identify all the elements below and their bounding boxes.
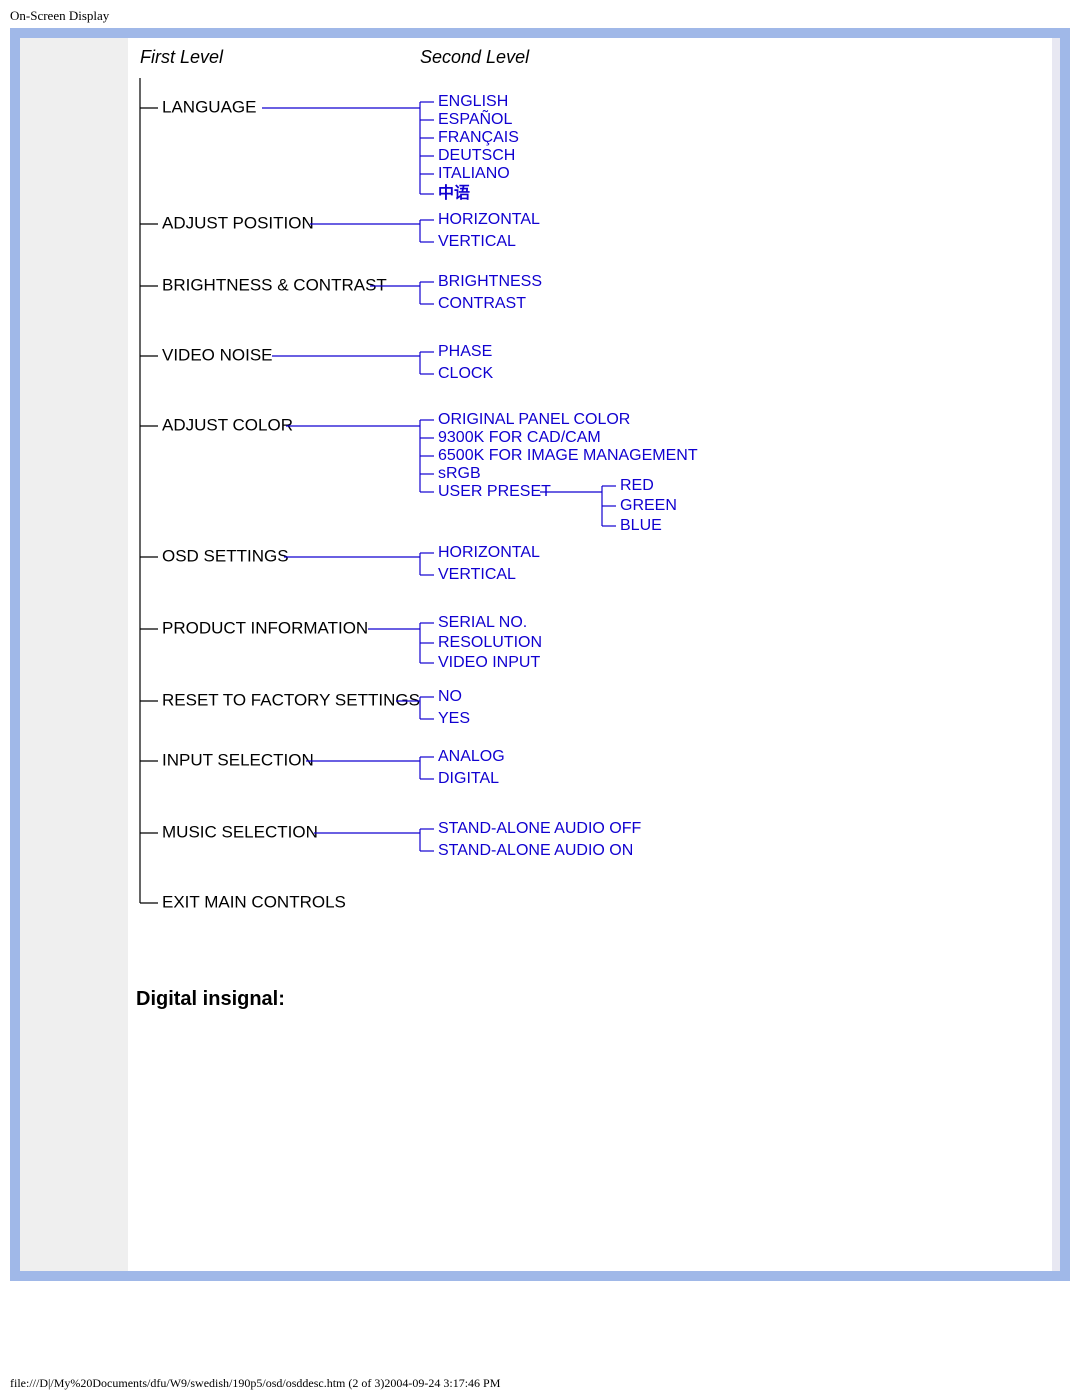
document-body: First Level Second Level LANGUAGE ENGLIS… bbox=[128, 38, 1052, 1271]
ac-userpreset: USER PRESET bbox=[438, 483, 551, 500]
osd-vertical: VERTICAL bbox=[438, 566, 516, 583]
music-audio-off: STAND-ALONE AUDIO OFF bbox=[438, 820, 642, 837]
ac-6500k: 6500K FOR IMAGE MANAGEMENT bbox=[438, 447, 698, 464]
music-audio-on: STAND-ALONE AUDIO ON bbox=[438, 842, 633, 859]
document-title: On-Screen Display bbox=[0, 0, 1080, 28]
reset-yes: YES bbox=[438, 710, 470, 727]
bc-contrast: CONTRAST bbox=[438, 295, 526, 312]
menu-input-selection: INPUT SELECTION bbox=[162, 750, 314, 769]
menu-video-noise: VIDEO NOISE bbox=[162, 345, 273, 364]
menu-reset: RESET TO FACTORY SETTINGS bbox=[162, 690, 420, 709]
ac-9300k: 9300K FOR CAD/CAM bbox=[438, 429, 601, 446]
lang-francais: FRANÇAIS bbox=[438, 129, 519, 146]
menu-adjust-color: ADJUST COLOR bbox=[162, 415, 293, 434]
ac-original: ORIGINAL PANEL COLOR bbox=[438, 411, 630, 428]
osd-menu-tree: First Level Second Level LANGUAGE ENGLIS… bbox=[128, 38, 948, 928]
menu-product-info: PRODUCT INFORMATION bbox=[162, 618, 368, 637]
lang-english: ENGLISH bbox=[438, 93, 508, 110]
page-border: First Level Second Level LANGUAGE ENGLIS… bbox=[10, 28, 1070, 1281]
header-first-level: First Level bbox=[140, 47, 224, 67]
ac-red: RED bbox=[620, 477, 654, 494]
pi-video-input: VIDEO INPUT bbox=[438, 654, 540, 671]
osd-horizontal: HORIZONTAL bbox=[438, 544, 540, 561]
page: First Level Second Level LANGUAGE ENGLIS… bbox=[20, 38, 1060, 1271]
input-digital: DIGITAL bbox=[438, 770, 499, 787]
adjpos-vertical: VERTICAL bbox=[438, 233, 516, 250]
lang-espanol: ESPAÑOL bbox=[438, 108, 513, 128]
lang-italiano: ITALIANO bbox=[438, 165, 510, 182]
ac-srgb: sRGB bbox=[438, 465, 481, 482]
lang-chinese: 中语 bbox=[438, 183, 470, 202]
left-gutter bbox=[20, 38, 128, 1271]
bc-brightness: BRIGHTNESS bbox=[438, 273, 542, 290]
subheading-digital-insignal: Digital insignal: bbox=[136, 988, 1052, 1011]
menu-music-selection: MUSIC SELECTION bbox=[162, 822, 318, 841]
right-scroll-stripe bbox=[1052, 38, 1060, 1271]
menu-exit: EXIT MAIN CONTROLS bbox=[162, 892, 346, 911]
pi-resolution: RESOLUTION bbox=[438, 634, 542, 651]
vn-clock: CLOCK bbox=[438, 365, 493, 382]
lang-deutsch: DEUTSCH bbox=[438, 147, 515, 164]
ac-green: GREEN bbox=[620, 497, 677, 514]
menu-adjust-position: ADJUST POSITION bbox=[162, 213, 314, 232]
menu-osd-settings: OSD SETTINGS bbox=[162, 546, 289, 565]
menu-language: LANGUAGE bbox=[162, 97, 256, 116]
vn-phase: PHASE bbox=[438, 343, 492, 360]
reset-no: NO bbox=[438, 688, 462, 705]
input-analog: ANALOG bbox=[438, 748, 505, 765]
adjpos-horizontal: HORIZONTAL bbox=[438, 211, 540, 228]
ac-blue: BLUE bbox=[620, 517, 662, 534]
menu-brightness-contrast: BRIGHTNESS & CONTRAST bbox=[162, 275, 387, 294]
header-second-level: Second Level bbox=[420, 47, 530, 67]
pi-serial: SERIAL NO. bbox=[438, 614, 527, 631]
footer-path: file:///D|/My%20Documents/dfu/W9/swedish… bbox=[10, 1376, 1070, 1391]
